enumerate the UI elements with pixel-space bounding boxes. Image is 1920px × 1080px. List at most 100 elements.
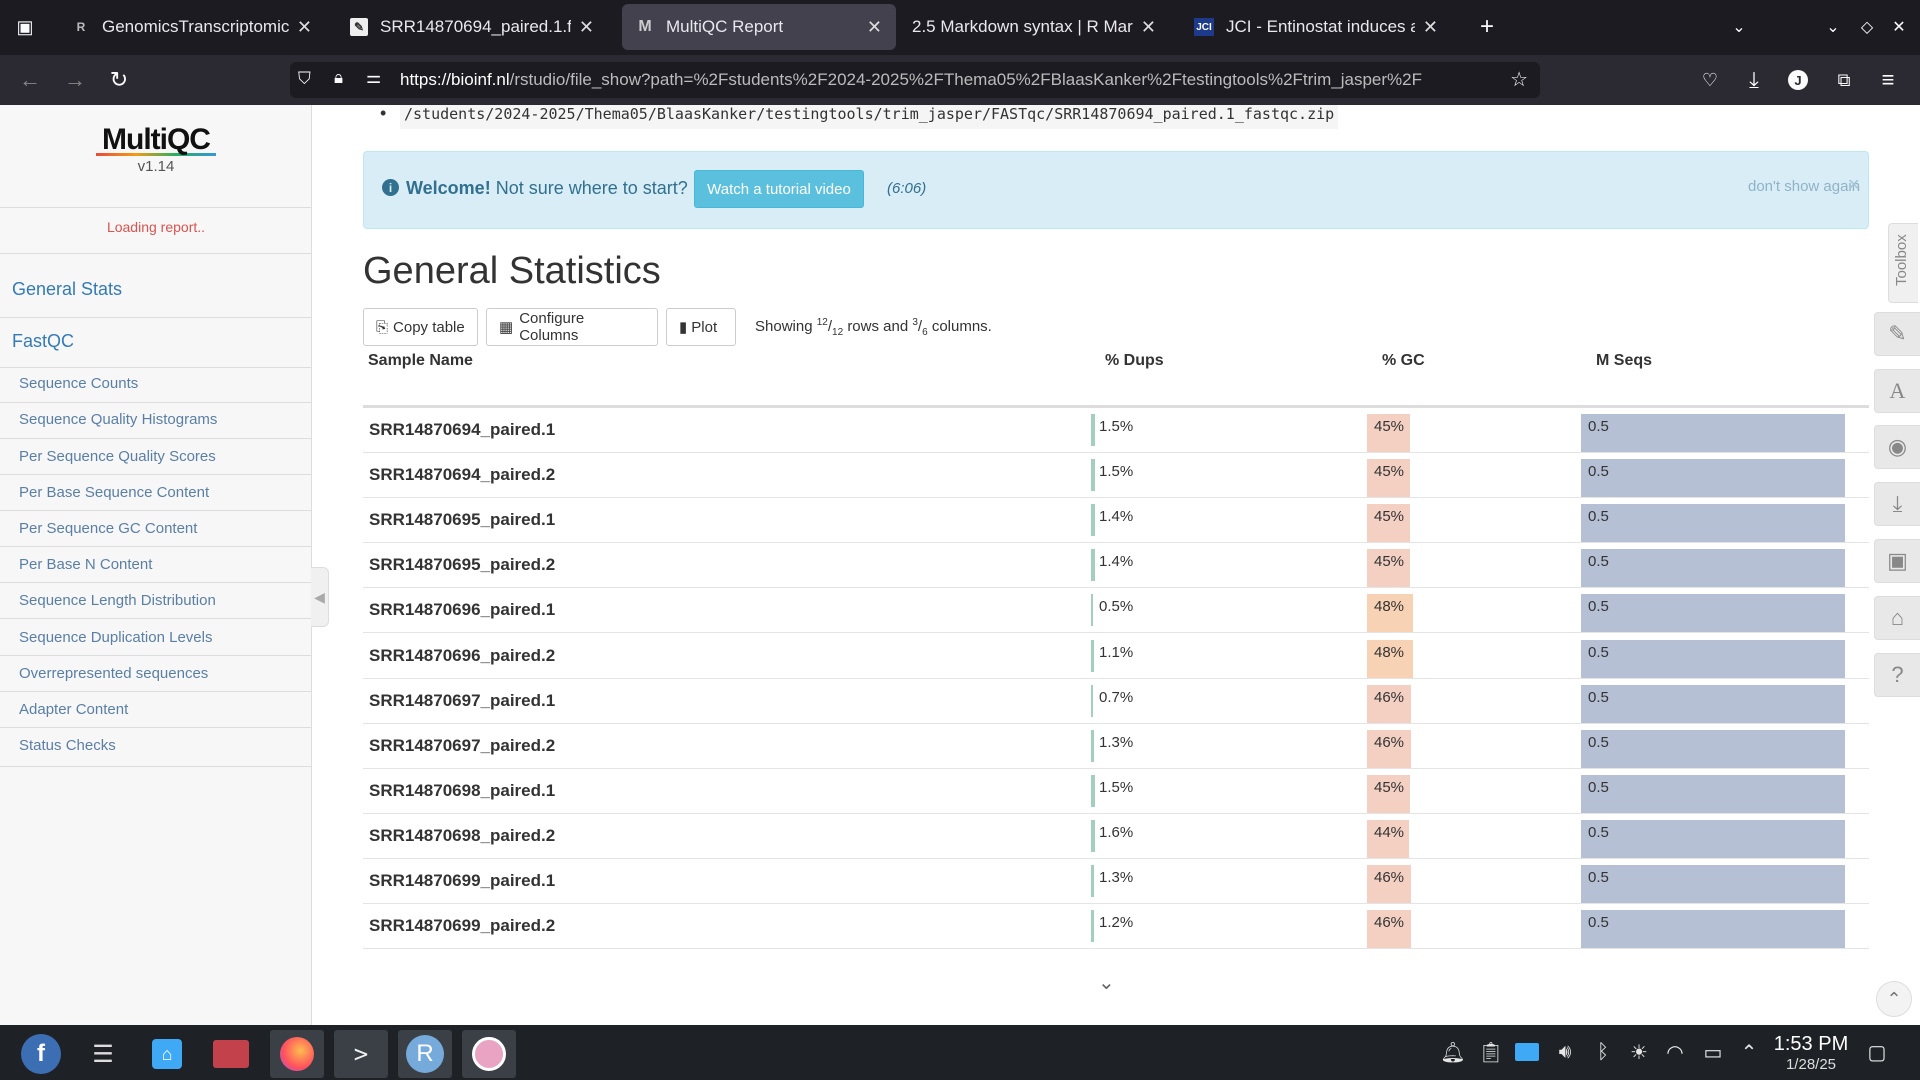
hide-samples-icon[interactable]: ◉ xyxy=(1874,425,1920,469)
notifications-icon[interactable]: 🔔︎ xyxy=(1440,1039,1466,1065)
firefox-app-icon[interactable] xyxy=(270,1030,324,1078)
column-header-dups[interactable]: % Dups xyxy=(1105,352,1164,370)
nav-per-sequence-gc-content[interactable]: Per Sequence GC Content xyxy=(19,520,197,537)
account-avatar[interactable]: J xyxy=(1783,65,1813,95)
sample-name-cell[interactable]: SRR14870696_paired.1 xyxy=(369,600,555,620)
gc-value: 46% xyxy=(1374,914,1405,932)
forward-icon[interactable]: → xyxy=(60,65,90,95)
software-store-icon[interactable]: ⌂ xyxy=(140,1030,194,1078)
close-tab-icon[interactable]: ✕ xyxy=(1423,17,1438,38)
nav-overrepresented-sequences[interactable]: Overrepresented sequences xyxy=(19,665,208,682)
sample-name-cell[interactable]: SRR14870698_paired.2 xyxy=(369,826,555,846)
tab-genomics[interactable]: R GenomicsTranscriptomics ✕ xyxy=(58,4,326,50)
files-app-icon[interactable] xyxy=(204,1030,258,1078)
tab-overview-icon[interactable]: ▣ xyxy=(10,12,40,42)
about-multiqc-icon[interactable]: ⌂ xyxy=(1874,596,1920,640)
nav-sequence-length-distribution[interactable]: Sequence Length Distribution xyxy=(19,592,216,609)
plot-button[interactable]: ▮ Plot xyxy=(666,308,736,346)
sample-name-cell[interactable]: SRR14870699_paired.1 xyxy=(369,871,555,891)
table-row: SRR14870695_paired.2 1.4% 45% 0.5 xyxy=(363,543,1869,589)
brightness-icon[interactable]: ☀ xyxy=(1626,1039,1652,1065)
reload-icon[interactable]: ↻ xyxy=(104,65,134,95)
configure-columns-button[interactable]: ▦ Configure Columns xyxy=(486,308,658,346)
settings-app-icon[interactable]: ☰ xyxy=(76,1030,130,1078)
bookmark-star-icon[interactable]: ☆ xyxy=(1510,67,1528,92)
tab-markdown-syntax[interactable]: 2.5 Markdown syntax | R Mark ✕ xyxy=(898,4,1170,50)
column-header-sample-name[interactable]: Sample Name xyxy=(368,352,473,370)
divider xyxy=(0,207,312,208)
bullet: • xyxy=(380,105,387,123)
nav-fastqc[interactable]: FastQC xyxy=(12,331,74,352)
tray-expand-icon[interactable]: ⌃ xyxy=(1736,1039,1762,1065)
back-icon[interactable]: ← xyxy=(15,65,45,95)
downloads-icon[interactable]: ⤓ xyxy=(1739,65,1769,95)
sample-name-cell[interactable]: SRR14870699_paired.2 xyxy=(369,916,555,936)
volume-icon[interactable]: 🔊︎ xyxy=(1552,1039,1578,1065)
nav-adapter-content[interactable]: Adapter Content xyxy=(19,701,128,718)
show-desktop-icon[interactable]: ▢ xyxy=(1864,1039,1890,1065)
close-tab-icon[interactable]: ✕ xyxy=(1141,17,1156,38)
lock-icon[interactable]: 🔒︎ xyxy=(334,68,343,88)
rename-samples-icon[interactable]: A xyxy=(1874,369,1920,413)
sample-name-cell[interactable]: SRR14870697_paired.1 xyxy=(369,691,555,711)
copy-table-button[interactable]: ⎘ Copy table xyxy=(363,308,478,346)
close-alert-icon[interactable]: × xyxy=(1848,174,1860,197)
sample-name-cell[interactable]: SRR14870698_paired.1 xyxy=(369,781,555,801)
list-tabs-icon[interactable]: ⌄ xyxy=(1724,12,1754,42)
display-icon[interactable] xyxy=(1514,1039,1540,1065)
watch-tutorial-button[interactable]: Watch a tutorial video xyxy=(694,170,864,208)
wifi-icon[interactable]: ◠ xyxy=(1662,1039,1688,1065)
help-icon[interactable]: ? xyxy=(1874,653,1920,697)
highlight-pin-icon[interactable]: ✎ xyxy=(1874,312,1920,356)
url-bar[interactable]: ⛉ 🔒︎ ⚌ https://bioinf.nl/rstudio/file_sh… xyxy=(290,62,1540,98)
nav-general-stats[interactable]: General Stats xyxy=(12,279,122,300)
menu-icon[interactable]: ≡ xyxy=(1873,65,1903,95)
app-launcher-icon[interactable]: f xyxy=(14,1030,68,1078)
close-tab-icon[interactable]: ✕ xyxy=(579,17,594,38)
close-tab-icon[interactable]: ✕ xyxy=(867,17,882,38)
rstudio-app-icon[interactable]: R xyxy=(398,1030,452,1078)
shield-icon[interactable]: ⛉ xyxy=(298,69,311,89)
nav-sequence-quality-histograms[interactable]: Sequence Quality Histograms xyxy=(19,411,217,428)
multiqc-logo[interactable]: MultiQC v1.14 xyxy=(0,123,312,175)
new-tab-icon[interactable]: + xyxy=(1472,12,1502,42)
pocket-icon[interactable]: ♡ xyxy=(1695,65,1725,95)
permissions-icon[interactable]: ⚌ xyxy=(366,68,381,88)
column-header-gc[interactable]: % GC xyxy=(1382,352,1425,370)
chevron-down-icon[interactable]: ⌄ xyxy=(1098,970,1115,995)
nav-sequence-counts[interactable]: Sequence Counts xyxy=(19,375,138,392)
dont-show-again-link[interactable]: don't show again xyxy=(1748,178,1860,195)
tab-fastq-file[interactable]: ✎ SRR14870694_paired.1.fast ✕ xyxy=(336,4,608,50)
url-text[interactable]: https://bioinf.nl/rstudio/file_show?path… xyxy=(400,70,1490,90)
terminal-app-icon[interactable]: > xyxy=(334,1030,388,1078)
nav-per-base-n-content[interactable]: Per Base N Content xyxy=(19,556,152,573)
clock[interactable]: 1:53 PM 1/28/25 xyxy=(1768,1033,1854,1073)
nav-per-sequence-quality-scores[interactable]: Per Sequence Quality Scores xyxy=(19,448,216,465)
sample-name-cell[interactable]: SRR14870695_paired.1 xyxy=(369,510,555,530)
extensions-icon[interactable]: ⧉ xyxy=(1829,65,1859,95)
sample-name-cell[interactable]: SRR14870697_paired.2 xyxy=(369,736,555,756)
close-tab-icon[interactable]: ✕ xyxy=(297,17,312,38)
nav-status-checks[interactable]: Status Checks xyxy=(19,737,116,754)
tab-jci-article[interactable]: JCI JCI - Entinostat induces ant ✕ xyxy=(1180,4,1452,50)
scroll-to-top-button[interactable]: ⌃ xyxy=(1876,981,1912,1017)
column-header-mseqs[interactable]: M Seqs xyxy=(1596,352,1652,370)
clipboard-icon[interactable]: 📋︎ xyxy=(1478,1039,1504,1065)
bluetooth-icon[interactable]: ᛒ xyxy=(1590,1039,1616,1065)
loading-status: Loading report.. xyxy=(106,219,206,235)
minimize-window-icon[interactable]: ⌄ xyxy=(1818,12,1848,42)
nav-sequence-duplication-levels[interactable]: Sequence Duplication Levels xyxy=(19,629,212,646)
maximize-window-icon[interactable]: ◇ xyxy=(1852,12,1882,42)
tab-multiqc-report[interactable]: M MultiQC Report ✕ xyxy=(622,4,896,50)
sample-name-cell[interactable]: SRR14870696_paired.2 xyxy=(369,646,555,666)
save-settings-icon[interactable]: ▣ xyxy=(1874,539,1920,583)
battery-icon[interactable]: ▭ xyxy=(1700,1039,1726,1065)
image-viewer-app-icon[interactable] xyxy=(462,1030,516,1078)
close-window-icon[interactable]: ✕ xyxy=(1884,12,1914,42)
sample-name-cell[interactable]: SRR14870694_paired.1 xyxy=(369,420,555,440)
nav-per-base-sequence-content[interactable]: Per Base Sequence Content xyxy=(19,484,209,501)
export-plots-icon[interactable]: ⤓ xyxy=(1874,482,1920,526)
sample-name-cell[interactable]: SRR14870694_paired.2 xyxy=(369,465,555,485)
sample-name-cell[interactable]: SRR14870695_paired.2 xyxy=(369,555,555,575)
divider xyxy=(0,546,312,547)
